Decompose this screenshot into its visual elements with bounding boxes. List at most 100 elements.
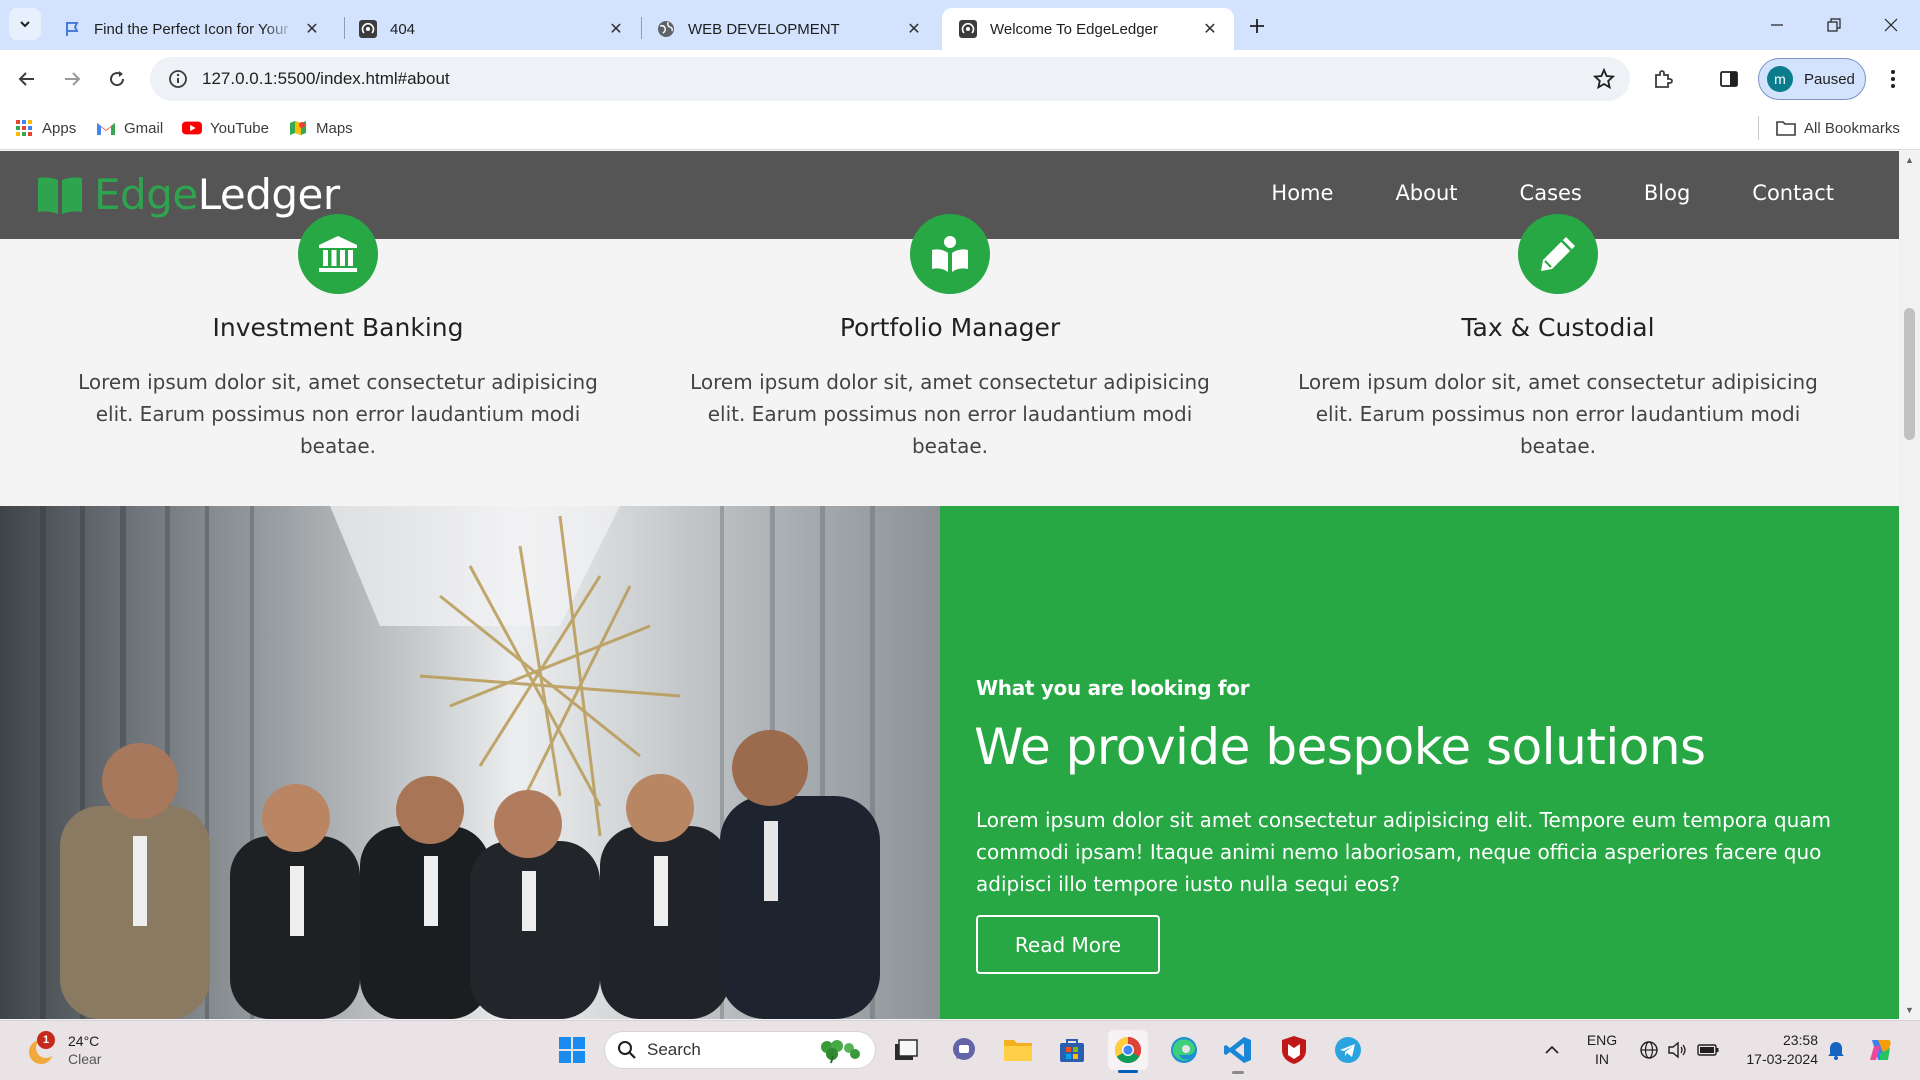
globe-icon — [656, 19, 676, 39]
forward-button[interactable] — [55, 62, 89, 96]
show-hidden-icons[interactable] — [1538, 1030, 1566, 1070]
address-bar[interactable]: 127.0.0.1:5500/index.html#about — [150, 57, 1630, 101]
close-icon[interactable]: ✕ — [302, 19, 322, 39]
book-logo-icon — [38, 176, 82, 214]
bank-icon — [298, 214, 378, 294]
reload-button[interactable] — [100, 62, 134, 96]
pencil-icon — [1518, 214, 1598, 294]
chrome-app[interactable] — [1108, 1030, 1148, 1073]
edge-app[interactable] — [1164, 1030, 1204, 1070]
team-photo — [0, 506, 940, 1019]
tab-404[interactable]: 404 ✕ — [342, 8, 640, 50]
site-logo[interactable]: Edge Ledger — [36, 170, 340, 219]
search-label: Search — [647, 1040, 701, 1059]
telegram-app[interactable] — [1328, 1030, 1368, 1070]
service-text: Lorem ipsum dolor sit, amet consectetur … — [690, 370, 1210, 458]
bookmark-apps[interactable]: Apps — [14, 116, 76, 140]
bookmark-label: Gmail — [124, 119, 164, 137]
page-scrollbar[interactable]: ▲ ▼ — [1899, 151, 1920, 1019]
apps-grid-icon — [14, 118, 34, 138]
scrollbar-thumb[interactable] — [1904, 308, 1915, 440]
windows-logo-icon — [559, 1037, 585, 1063]
chevron-up-icon — [1545, 1045, 1559, 1054]
folder-icon — [1004, 1040, 1032, 1061]
mcafee-app[interactable] — [1274, 1030, 1314, 1070]
tab-edgeledger[interactable]: Welcome To EdgeLedger ✕ — [942, 8, 1234, 50]
all-bookmarks-button[interactable]: All Bookmarks — [1776, 116, 1900, 140]
minimize-button[interactable] — [1749, 0, 1805, 50]
arrow-left-icon — [18, 72, 34, 86]
close-icon[interactable]: ✕ — [1200, 19, 1220, 39]
services-section: Investment Banking Lorem ipsum dolor sit… — [0, 214, 1899, 506]
bookmark-youtube[interactable]: YouTube — [182, 116, 269, 140]
scroll-up-icon[interactable]: ▲ — [1899, 151, 1920, 169]
nav-about[interactable]: About — [1395, 181, 1457, 205]
close-icon[interactable]: ✕ — [606, 19, 626, 39]
gmail-icon — [96, 118, 116, 138]
lang-line1: ENG — [1586, 1032, 1618, 1048]
store-icon — [1060, 1039, 1084, 1062]
more-vertical-icon — [1891, 70, 1895, 88]
site-info-icon[interactable] — [156, 69, 200, 89]
extensions-button[interactable] — [1646, 62, 1680, 96]
tab-title: 404 — [390, 20, 416, 38]
clock-date: 17-03-2024 — [1746, 1051, 1818, 1067]
close-window-button[interactable] — [1863, 0, 1919, 50]
back-button[interactable] — [10, 62, 44, 96]
main-nav: Home About Cases Blog Contact — [1209, 181, 1834, 205]
language-indicator[interactable]: ENG IN — [1582, 1030, 1622, 1070]
nav-cases[interactable]: Cases — [1520, 181, 1582, 205]
bookmark-label: YouTube — [210, 119, 269, 137]
tab-find-icon[interactable]: Find the Perfect Icon for Your Pr ✕ — [46, 8, 336, 50]
file-explorer-app[interactable] — [998, 1030, 1038, 1070]
copilot-icon[interactable] — [1862, 1030, 1898, 1070]
bookmark-divider — [1758, 116, 1759, 140]
bookmark-gmail[interactable]: Gmail — [96, 116, 163, 140]
service-title: Investment Banking — [212, 313, 464, 342]
profile-button[interactable]: m Paused — [1758, 58, 1866, 100]
microsoft-store-app[interactable] — [1052, 1030, 1092, 1070]
tab-title: WEB DEVELOPMENT — [688, 20, 840, 38]
side-panel-button[interactable] — [1712, 62, 1746, 96]
bookmark-maps[interactable]: Maps — [288, 116, 353, 140]
battery-icon[interactable] — [1692, 1030, 1724, 1070]
about-panel: What you are looking for We provide besp… — [940, 506, 1899, 1019]
logo-text-ledger: Ledger — [197, 170, 340, 219]
about-heading: We provide bespoke solutions — [974, 718, 1706, 776]
arrow-right-icon — [65, 72, 81, 86]
profile-status: Paused — [1804, 70, 1855, 88]
podcast-icon — [958, 19, 978, 39]
page-viewport: Edge Ledger Home About Cases Blog Contact… — [0, 151, 1899, 1019]
nav-blog[interactable]: Blog — [1644, 181, 1690, 205]
taskbar-search[interactable]: Search — [604, 1031, 876, 1069]
notifications-icon[interactable] — [1822, 1030, 1850, 1070]
search-icon — [618, 1041, 636, 1059]
network-icon[interactable] — [1634, 1030, 1664, 1070]
tab-web-development[interactable]: WEB DEVELOPMENT ✕ — [640, 8, 938, 50]
close-icon[interactable]: ✕ — [904, 19, 924, 39]
chevron-down-icon — [20, 21, 30, 28]
nav-contact[interactable]: Contact — [1752, 181, 1834, 205]
read-more-button[interactable]: Read More — [976, 915, 1160, 974]
nav-home[interactable]: Home — [1271, 181, 1333, 205]
avatar: m — [1767, 66, 1793, 92]
new-tab-button[interactable] — [1243, 12, 1271, 40]
chat-icon — [953, 1038, 975, 1060]
vscode-app[interactable] — [1218, 1030, 1258, 1074]
url-text[interactable]: 127.0.0.1:5500/index.html#about — [202, 69, 450, 89]
tab-title: Welcome To EdgeLedger — [990, 20, 1158, 38]
weather-widget[interactable]: 1 24°C Clear — [24, 1028, 101, 1072]
tab-search-button[interactable] — [9, 8, 41, 40]
task-view-button[interactable] — [886, 1030, 926, 1070]
browser-menu-button[interactable] — [1876, 62, 1910, 96]
start-button[interactable] — [552, 1030, 592, 1070]
restore-button[interactable] — [1806, 0, 1862, 50]
clock[interactable]: 23:58 17-03-2024 — [1736, 1030, 1818, 1070]
scroll-down-icon[interactable]: ▼ — [1899, 1001, 1920, 1019]
reload-icon — [110, 71, 125, 87]
weather-temp: 24°C — [68, 1033, 100, 1049]
volume-icon[interactable] — [1662, 1030, 1692, 1070]
service-title: Tax & Custodial — [1461, 313, 1655, 342]
teams-chat-app[interactable] — [944, 1030, 984, 1070]
bookmark-star-icon[interactable] — [1592, 67, 1616, 91]
